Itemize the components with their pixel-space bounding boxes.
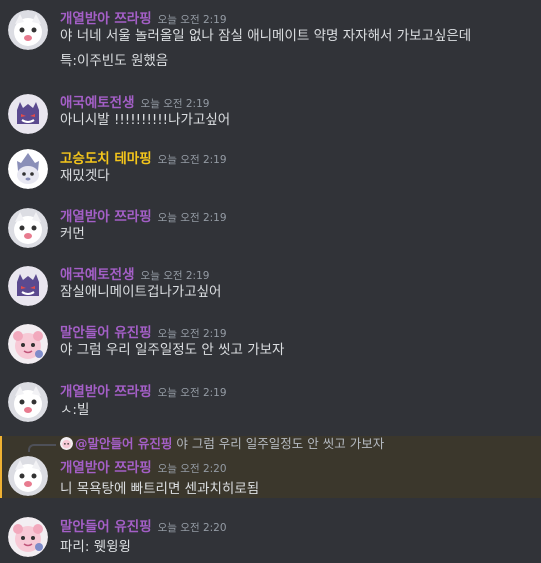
message-text: 잠실애니메이트겁나가고싶어 bbox=[60, 284, 222, 300]
pink-character-avatar-icon[interactable] bbox=[8, 324, 48, 364]
message-text: 야 너네 서울 놀러올일 없나 잠실 애니메이트 약명 자자해서 가보고싶은데 bbox=[60, 28, 472, 44]
message-text: ㅅ:빌 bbox=[60, 402, 90, 418]
timestamp: 오늘 오전 2:20 bbox=[157, 463, 227, 475]
mention-highlight-bar bbox=[0, 436, 2, 498]
pink-character-avatar-icon bbox=[60, 437, 73, 450]
chat-message: 개열받아 쯔라핑 오늘 오전 2:19 커먼 bbox=[0, 200, 541, 256]
message-text: 커먼 bbox=[60, 226, 85, 242]
reply-preview[interactable]: @말안들어 유진핑 야 그럼 우리 일주일정도 안 씻고 가보자 bbox=[60, 436, 384, 452]
gengar-avatar-icon[interactable] bbox=[8, 94, 48, 134]
reply-username[interactable]: @말안들어 유진핑 bbox=[75, 436, 172, 451]
pink-character-avatar-icon[interactable] bbox=[8, 517, 48, 557]
username[interactable]: 개열받아 쯔라핑 bbox=[60, 384, 152, 400]
chat-message-mention: @말안들어 유진핑 야 그럼 우리 일주일정도 안 씻고 가보자 개열받아 쯔라핑… bbox=[0, 436, 541, 498]
message-text: 파리: 웻윙윙 bbox=[60, 539, 131, 555]
message-text: 특:이주빈도 원했음 bbox=[60, 53, 169, 69]
reply-text: 야 그럼 우리 일주일정도 안 씻고 가보자 bbox=[176, 436, 385, 451]
username[interactable]: 말안들어 유진핑 bbox=[60, 519, 152, 535]
username[interactable]: 개열받아 쯔라핑 bbox=[60, 209, 152, 225]
timestamp: 오늘 오전 2:19 bbox=[140, 270, 210, 282]
username[interactable]: 고승도치 테마핑 bbox=[60, 151, 152, 167]
username[interactable]: 말안들어 유진핑 bbox=[60, 325, 152, 341]
timestamp: 오늘 오전 2:19 bbox=[157, 328, 227, 340]
message-text: 니 목욕탕에 빠트리면 센과치히로됨 bbox=[60, 481, 260, 497]
timestamp: 오늘 오전 2:19 bbox=[157, 387, 227, 399]
chat-message: 애국예토전생 오늘 오전 2:19 아니시발 !!!!!!!!!!나가고싶어 bbox=[0, 84, 541, 140]
chat-message: 말안들어 유진핑 오늘 오전 2:20 파리: 웻윙윙 bbox=[0, 508, 541, 563]
chat-message: 애국예토전생 오늘 오전 2:19 잠실애니메이트겁나가고싶어 bbox=[0, 258, 541, 314]
white-cat-avatar-icon[interactable] bbox=[8, 456, 48, 496]
timestamp: 오늘 오전 2:19 bbox=[157, 154, 227, 166]
chat-message-list[interactable]: 개열받아 쯔라핑 오늘 오전 2:19 야 너네 서울 놀러올일 없나 잠실 애니… bbox=[0, 0, 541, 563]
chat-message: 말안들어 유진핑 오늘 오전 2:19 야 그럼 우리 일주일정도 안 씻고 가보… bbox=[0, 316, 541, 372]
white-cat-avatar-icon[interactable] bbox=[8, 10, 48, 50]
timestamp: 오늘 오전 2:20 bbox=[157, 522, 227, 534]
timestamp: 오늘 오전 2:19 bbox=[157, 212, 227, 224]
hedgehog-avatar-icon[interactable] bbox=[8, 149, 48, 189]
username[interactable]: 개열받아 쯔라핑 bbox=[60, 11, 152, 27]
reply-connector bbox=[28, 444, 56, 452]
chat-message: 개열받아 쯔라핑 오늘 오전 2:19 ㅅ:빌 bbox=[0, 374, 541, 434]
message-text: 재밌겟다 bbox=[60, 168, 110, 184]
white-cat-avatar-icon[interactable] bbox=[8, 382, 48, 422]
username[interactable]: 개열받아 쯔라핑 bbox=[60, 460, 152, 476]
timestamp: 오늘 오전 2:19 bbox=[157, 14, 227, 26]
gengar-avatar-icon[interactable] bbox=[8, 266, 48, 306]
message-text: 아니시발 !!!!!!!!!!나가고싶어 bbox=[60, 112, 231, 128]
username[interactable]: 애국예토전생 bbox=[60, 95, 135, 111]
white-cat-avatar-icon[interactable] bbox=[8, 208, 48, 248]
username[interactable]: 애국예토전생 bbox=[60, 267, 135, 283]
message-text: 야 그럼 우리 일주일정도 안 씻고 가보자 bbox=[60, 342, 285, 358]
chat-message: 개열받아 쯔라핑 오늘 오전 2:19 야 너네 서울 놀러올일 없나 잠실 애니… bbox=[0, 0, 541, 80]
chat-message: 고승도치 테마핑 오늘 오전 2:19 재밌겟다 bbox=[0, 142, 541, 198]
timestamp: 오늘 오전 2:19 bbox=[140, 98, 210, 110]
